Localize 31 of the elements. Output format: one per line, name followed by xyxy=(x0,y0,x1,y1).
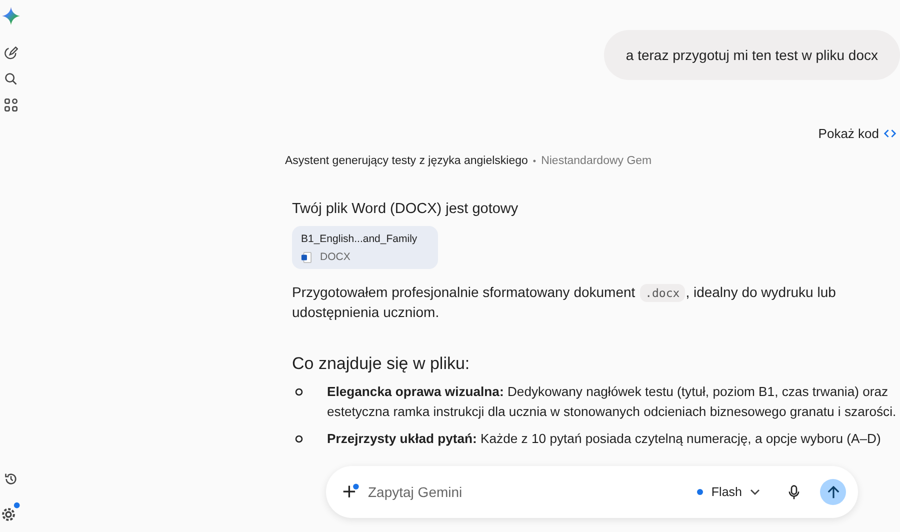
gem-name: Asystent generujący testy z języka angielskiego xyxy=(285,155,528,167)
user-message: a teraz przygotuj mi ten test w pliku docx xyxy=(604,30,900,80)
show-code-button[interactable]: Pokaż kod xyxy=(814,126,900,141)
file-card[interactable]: B1_English...and_Family DOCX xyxy=(292,226,438,269)
prompt-field[interactable]: Zapytaj Gemini xyxy=(366,483,694,501)
response-paragraph: Przygotowałem profesjonalnie sformatowany dokument .docx , idealny do wydruku lub udostępnienia uczniom. xyxy=(292,283,837,322)
microphone-icon[interactable] xyxy=(788,484,800,500)
bullet-text: Przejrzysty układ pytań: Każde z 10 pytań posiada czytelną numerację, a opcje wyboru (A–D) xyxy=(327,430,881,448)
apps-icon[interactable] xyxy=(4,98,18,112)
file-type: DOCX xyxy=(320,251,350,263)
sparkle-logo-icon[interactable] xyxy=(2,7,20,25)
bullet-icon xyxy=(295,388,303,396)
response-heading: Twój plik Word (DOCX) jest gotowy xyxy=(292,201,520,217)
status-dot-icon xyxy=(697,489,704,495)
gem-type: Niestandardowy Gem xyxy=(541,155,652,167)
chevron-down-icon xyxy=(750,489,760,495)
arrow-up-icon xyxy=(826,486,840,498)
edit-icon[interactable] xyxy=(4,46,18,60)
code-icon xyxy=(884,129,896,138)
settings-icon[interactable] xyxy=(1,502,21,522)
separator-dot: • xyxy=(532,156,536,166)
search-icon[interactable] xyxy=(4,72,18,86)
bullet-text: Elegancka oprawa wizualna: Dedykowany nagłówek testu (tytuł, poziom B1, czas trwania) oraz estetyczna ramka instrukcji dla ucznia w stonowanych odcieniach biznesowego granatu i szarości. xyxy=(327,383,898,421)
history-icon[interactable] xyxy=(4,472,18,486)
bullet-icon xyxy=(295,435,303,443)
word-file-icon xyxy=(301,252,312,262)
file-name: B1_English...and_Family xyxy=(301,233,418,245)
section-heading: Co znajduje się w pliku: xyxy=(292,354,471,374)
send-button[interactable] xyxy=(820,479,846,505)
prompt-input[interactable]: Zapytaj Gemini Flash xyxy=(326,466,858,518)
model-selector[interactable]: Flash xyxy=(693,485,764,499)
